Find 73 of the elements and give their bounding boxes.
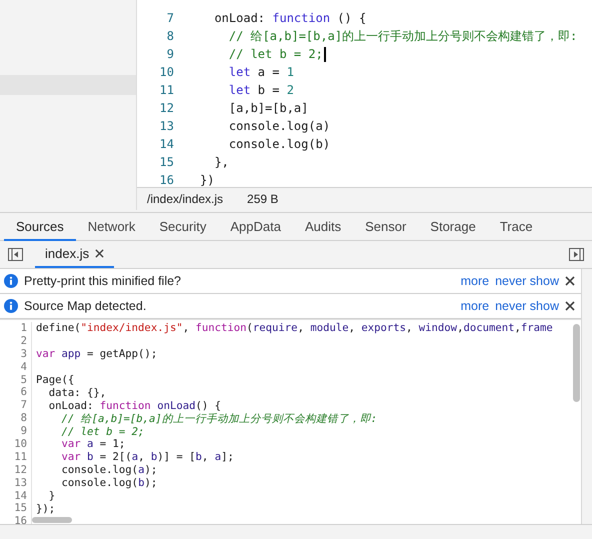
close-icon[interactable]: [565, 276, 575, 286]
info-icon: [4, 274, 18, 288]
code-line: [a,b]=[b,a]: [228, 101, 308, 115]
line-number: 13: [158, 119, 174, 133]
line-number: 9: [166, 47, 174, 61]
line-number: 15: [0, 502, 32, 516]
code-line: data: {},: [48, 386, 106, 399]
panel-tab[interactable]: Sensor: [353, 213, 418, 241]
code-line: }): [200, 173, 214, 187]
line-number: 6: [0, 386, 32, 400]
panel-tab[interactable]: AppData: [218, 213, 293, 241]
line-number: 8: [166, 29, 174, 43]
info-link[interactable]: never show: [495, 299, 559, 313]
code-line: var b = 2[(a, b)] = [b, a];: [60, 451, 234, 464]
info-link[interactable]: never show: [495, 274, 559, 288]
code-line: // let b = 2;: [228, 47, 323, 61]
line-number: 9: [0, 425, 32, 438]
info-link[interactable]: more: [460, 274, 490, 288]
info-message: Pretty-print this minified file?: [24, 274, 182, 288]
panel-tab[interactable]: Trace: [488, 213, 545, 241]
toggle-right-panel-icon[interactable]: [569, 248, 584, 261]
code-line: let a = 1: [228, 65, 294, 79]
code-line: });: [36, 502, 56, 515]
code-line: onLoad: function onLoad() {: [48, 400, 221, 412]
line-number: 1: [0, 322, 32, 335]
file-path: /index/index.js: [147, 192, 224, 206]
code-line: console.log(a): [228, 119, 330, 133]
line-number: 13: [0, 476, 32, 490]
file-size: 259 B: [247, 192, 278, 206]
toggle-left-panel-icon[interactable]: [8, 248, 23, 261]
code-line: // 给[a,b]=[b,a]的上一行手动加上分号则不会构建错了，即:: [228, 28, 578, 44]
panel-tab[interactable]: Storage: [418, 213, 488, 241]
code-line: },: [213, 155, 229, 169]
close-icon[interactable]: [95, 249, 104, 258]
code-line: // 给[a,b]=[b,a]的上一行手动加上分号则不会构建错了，即:: [60, 412, 378, 426]
line-number: 14: [0, 490, 32, 502]
line-number: 16: [158, 173, 174, 187]
line-number: 12: [0, 464, 32, 477]
horizontal-scrollbar-thumb[interactable]: [32, 517, 72, 523]
code-editor[interactable]: 7 onLoad: function () { 8 // 给[a,b]=[b,a]的上一行手动加上分号则不会构建错了，即: 9 // let b = 2; 10 let a = 1 11 let b = 2 12 [a,b]=[b,a] 13 console.log(a) 14 console.log(b) 15 }, 16 }): [137, 0, 592, 187]
line-number: 11: [158, 83, 174, 97]
line-number: 7: [0, 399, 32, 412]
line-number: 7: [166, 11, 174, 25]
line-number: 14: [158, 137, 174, 151]
line-number: 10: [0, 438, 32, 451]
line-number: 2: [0, 334, 32, 348]
code-line: }: [48, 490, 56, 502]
code-line: console.log(b): [228, 137, 330, 151]
line-number: 12: [158, 101, 174, 115]
close-icon[interactable]: [565, 301, 575, 311]
info-message: Source Map detected.: [24, 299, 146, 313]
code-line: console.log(a);: [60, 464, 158, 476]
code-line: let b = 2: [228, 83, 294, 97]
code-line: define("index/index.js", function(require, module, exports, window,document,frame: [36, 322, 553, 334]
line-number: 15: [158, 155, 174, 169]
code-line: // let b = 2;: [60, 426, 144, 438]
code-line: var a = 1;: [60, 438, 126, 450]
code-line: var app = getApp();: [36, 348, 158, 360]
info-icon: [4, 299, 18, 313]
code-line: Page({: [36, 374, 74, 386]
line-number: 5: [0, 374, 32, 386]
line-number: 10: [158, 65, 174, 79]
line-number: 4: [0, 360, 32, 374]
vertical-scrollbar-thumb[interactable]: [573, 324, 580, 402]
line-number: 3: [0, 348, 32, 361]
line-number: 11: [0, 450, 32, 464]
line-number: 8: [0, 412, 32, 426]
code-line: onLoad: function () {: [213, 11, 366, 25]
panel-tab[interactable]: Network: [76, 213, 148, 241]
info-link[interactable]: more: [460, 299, 490, 313]
panel-tab[interactable]: Security: [147, 213, 218, 241]
code-line: console.log(b);: [60, 477, 158, 490]
panel-tab[interactable]: Audits: [292, 213, 354, 241]
